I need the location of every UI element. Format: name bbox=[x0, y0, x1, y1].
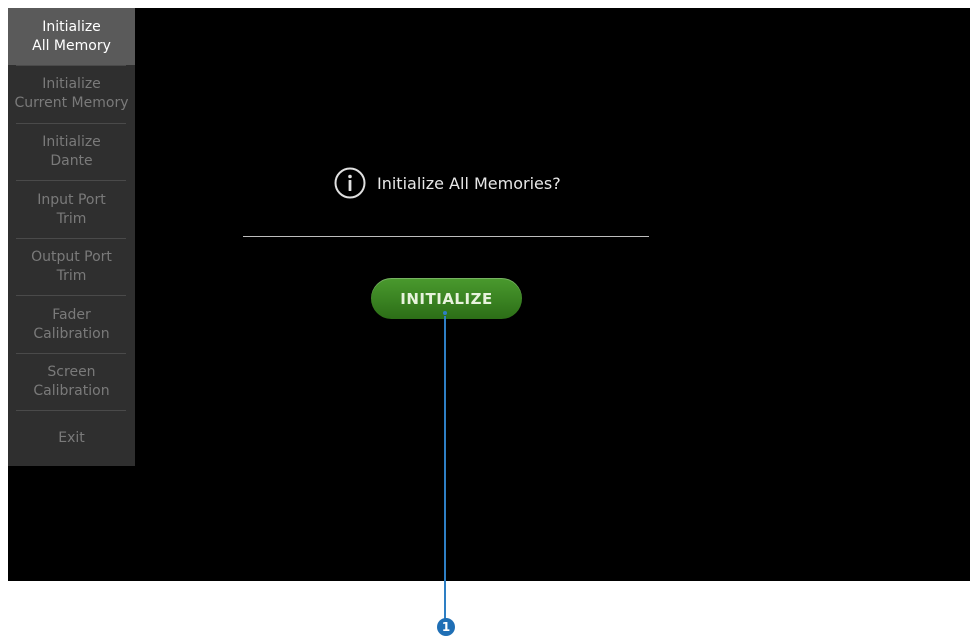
sidebar-item-initialize-current-memory[interactable]: Initialize Current Memory bbox=[8, 66, 135, 122]
callout-anchor bbox=[443, 311, 447, 315]
sidebar-item-exit[interactable]: Exit bbox=[8, 411, 135, 466]
message-text: Initialize All Memories? bbox=[377, 173, 561, 193]
sidebar-item-screen-calibration[interactable]: Screen Calibration bbox=[8, 354, 135, 410]
device-screen: Initialize All Memory Initialize Current… bbox=[8, 8, 970, 581]
callout-line bbox=[444, 316, 446, 622]
sidebar-item-fader-calibration[interactable]: Fader Calibration bbox=[8, 296, 135, 353]
sidebar: Initialize All Memory Initialize Current… bbox=[8, 8, 135, 466]
info-icon bbox=[334, 167, 366, 199]
sidebar-item-initialize-all-memory[interactable]: Initialize All Memory bbox=[8, 8, 135, 65]
confirm-message: Initialize All Memories? bbox=[333, 166, 561, 200]
sidebar-item-input-port-trim[interactable]: Input Port Trim bbox=[8, 181, 135, 238]
callout-badge: 1 bbox=[437, 618, 455, 636]
sidebar-item-initialize-dante[interactable]: Initialize Dante bbox=[8, 124, 135, 180]
dialog-divider bbox=[243, 236, 649, 237]
sidebar-item-output-port-trim[interactable]: Output Port Trim bbox=[8, 239, 135, 295]
